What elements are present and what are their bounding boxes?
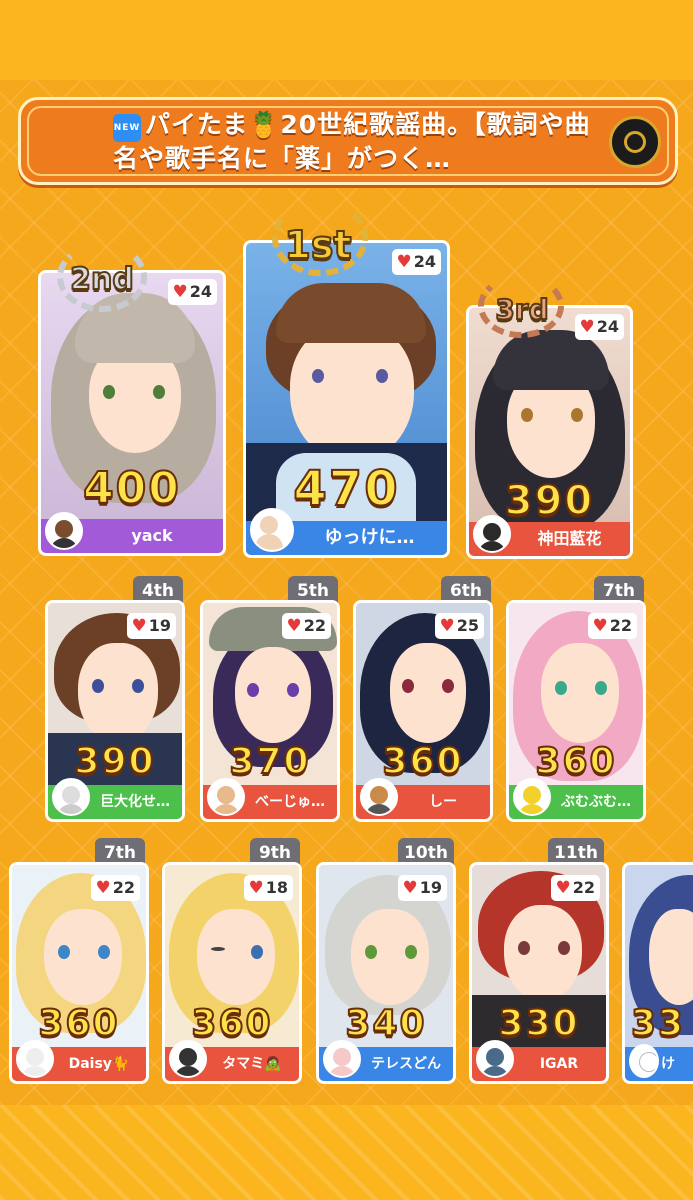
score: 360 bbox=[534, 740, 617, 783]
avatar[interactable] bbox=[45, 512, 83, 550]
likes-badge: ♥ 22 bbox=[588, 613, 637, 639]
avatar[interactable] bbox=[250, 508, 294, 552]
likes-badge: ♥ 19 bbox=[127, 613, 176, 639]
avatar[interactable] bbox=[473, 515, 511, 553]
score: 360 bbox=[381, 740, 464, 783]
avatar[interactable] bbox=[207, 778, 245, 816]
crest-icon bbox=[609, 116, 661, 168]
username: 神田藍花 bbox=[537, 529, 602, 548]
username: IGAR bbox=[539, 1056, 579, 1072]
avatar[interactable] bbox=[52, 778, 90, 816]
username: テレスどん bbox=[371, 1056, 441, 1072]
likes-badge: ♥ 24 bbox=[168, 279, 217, 305]
username: 巨大化せ… bbox=[100, 794, 170, 810]
username: ぶむぶむ… bbox=[561, 794, 631, 810]
username: ゆっけに… bbox=[324, 527, 415, 548]
rank-card-5[interactable]: 370 べーじゅ… ♥ 22 bbox=[200, 600, 340, 822]
username: け bbox=[661, 1056, 675, 1072]
score: 390 bbox=[73, 740, 156, 783]
heart-icon: ♥ bbox=[131, 616, 147, 636]
score: 370 bbox=[228, 740, 311, 783]
heart-icon: ♥ bbox=[402, 878, 418, 898]
username: タマミ🧟 bbox=[222, 1056, 282, 1072]
score: 33 bbox=[630, 1002, 686, 1045]
likes-badge: ♥ 22 bbox=[282, 613, 331, 639]
score: 400 bbox=[82, 462, 181, 515]
avatar[interactable] bbox=[169, 1040, 207, 1078]
score: 340 bbox=[344, 1002, 427, 1045]
likes-badge: ♥ 19 bbox=[398, 875, 447, 901]
avatar[interactable] bbox=[16, 1040, 54, 1078]
rank-card-12-partial[interactable]: 33 け bbox=[622, 862, 693, 1084]
score: 360 bbox=[190, 1002, 273, 1045]
rank-card-10[interactable]: 340 テレスどん ♥ 19 bbox=[316, 862, 456, 1084]
rank-card-9[interactable]: 360 タマミ🧟 ♥ 18 bbox=[162, 862, 302, 1084]
banner-title: NEW パイたま🍍20世紀歌謡曲。【歌詞や曲名や歌手名に「薬」がつく… bbox=[113, 108, 613, 176]
rank-label: 1st bbox=[283, 222, 352, 268]
username: Daisy🐈 bbox=[68, 1056, 130, 1072]
likes-badge: ♥ 22 bbox=[91, 875, 140, 901]
heart-icon: ♥ bbox=[396, 252, 412, 272]
new-badge: NEW bbox=[113, 114, 141, 142]
heart-icon: ♥ bbox=[592, 616, 608, 636]
avatar[interactable] bbox=[360, 778, 398, 816]
rank-label: 2nd bbox=[69, 261, 135, 298]
rank-card-3[interactable]: 390 神田藍花 ♥ 24 bbox=[466, 305, 633, 559]
heart-icon: ♥ bbox=[555, 878, 571, 898]
heart-icon: ♥ bbox=[172, 282, 188, 302]
likes-badge: ♥ 24 bbox=[392, 249, 441, 275]
username: べーじゅ… bbox=[255, 794, 325, 810]
rank-card-7b[interactable]: 360 Daisy🐈 ♥ 22 bbox=[9, 862, 149, 1084]
rank-label: 3rd bbox=[494, 292, 549, 327]
heart-icon: ♥ bbox=[439, 616, 455, 636]
likes-badge: ♥ 18 bbox=[244, 875, 293, 901]
top-band bbox=[0, 0, 693, 80]
avatar[interactable] bbox=[513, 778, 551, 816]
rank-1st-laurel: 1st bbox=[258, 200, 378, 282]
rank-card-11[interactable]: 330 IGAR ♥ 22 bbox=[469, 862, 609, 1084]
rank-card-4[interactable]: 390 巨大化せ… ♥ 19 bbox=[45, 600, 185, 822]
likes-badge: ♥ 22 bbox=[551, 875, 600, 901]
username: yack bbox=[131, 526, 173, 545]
avatar[interactable] bbox=[323, 1040, 361, 1078]
banner-title-text: パイたま🍍20世紀歌謡曲。【歌詞や曲名や歌手名に「薬」がつく… bbox=[113, 110, 591, 173]
score: 330 bbox=[497, 1002, 580, 1045]
rank-card-7[interactable]: 360 ぶむぶむ… ♥ 22 bbox=[506, 600, 646, 822]
heart-icon: ♥ bbox=[248, 878, 264, 898]
bottom-band bbox=[0, 1105, 693, 1200]
heart-icon: ♥ bbox=[286, 616, 302, 636]
heart-icon: ♥ bbox=[95, 878, 111, 898]
score: 360 bbox=[37, 1002, 120, 1045]
rank-card-2[interactable]: 400 yack ♥ 24 bbox=[38, 270, 226, 556]
rank-2nd-laurel: 2nd bbox=[52, 242, 152, 312]
heart-icon: ♥ bbox=[579, 317, 595, 337]
avatar[interactable] bbox=[476, 1040, 514, 1078]
likes-badge: ♥ 24 bbox=[575, 314, 624, 340]
title-banner[interactable]: NEW パイたま🍍20世紀歌謡曲。【歌詞や曲名や歌手名に「薬」がつく… bbox=[18, 97, 678, 185]
username: しー bbox=[429, 794, 457, 810]
rank-card-1[interactable]: 470 ゆっけに… ♥ 24 bbox=[243, 240, 450, 558]
likes-badge: ♥ 25 bbox=[435, 613, 484, 639]
rank-3rd-laurel: 3rd bbox=[474, 274, 570, 338]
rank-card-6[interactable]: 360 しー ♥ 25 bbox=[353, 600, 493, 822]
avatar[interactable] bbox=[629, 1044, 659, 1078]
